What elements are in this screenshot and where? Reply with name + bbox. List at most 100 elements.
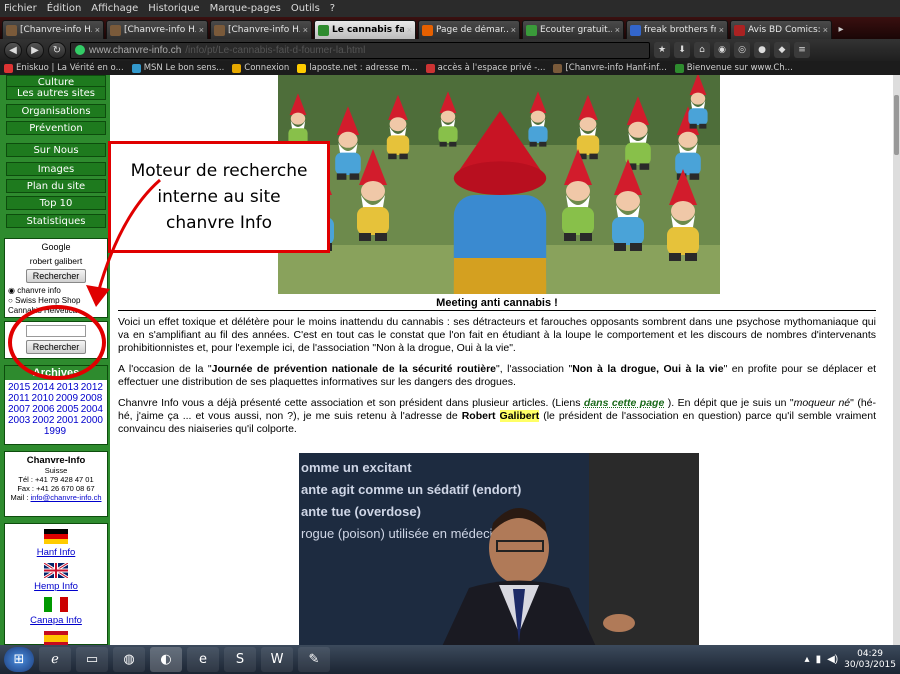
lang-de[interactable]: Hanf Info (5, 529, 107, 558)
bookmark-item[interactable]: laposte.net : adresse m... (297, 63, 418, 73)
archive-year-link[interactable]: 1999 (44, 426, 66, 437)
tab-label: Avis BD Comics:... (748, 25, 820, 35)
home-icon[interactable]: ⌂ (694, 42, 710, 58)
tray-chevron-icon[interactable]: ▴ (805, 654, 810, 665)
bookmark-item[interactable]: [Chanvre-info Hanf-inf... (553, 63, 667, 73)
sidebar-link-sur-nous[interactable]: Sur Nous (6, 143, 106, 157)
menu-outils[interactable]: Outils (291, 3, 320, 14)
bookmark-item[interactable]: MSN Le bon sens... (131, 63, 224, 73)
archive-year-link[interactable]: 2006 (32, 404, 54, 415)
sidebar-link-images[interactable]: Images (6, 162, 106, 176)
tab-6[interactable]: freak brothers frenc...× (626, 20, 728, 39)
tab-4[interactable]: Page de démar... × (418, 20, 520, 39)
contact-mail-label: Mail : (10, 493, 29, 502)
url-bar[interactable]: www.chanvre-info.ch /info/pt/Le-cannabis… (70, 41, 650, 59)
close-tab-icon[interactable]: × (615, 25, 620, 35)
skype-icon[interactable]: S (224, 647, 256, 672)
archive-year-link[interactable]: 2015 (8, 382, 30, 393)
contact-tel: Tél : +41 79 428 47 01 (18, 475, 94, 484)
menu-affichage[interactable]: Affichage (91, 3, 138, 14)
bookmark-item[interactable]: Bienvenue sur www.Ch... (674, 63, 793, 73)
tab-1[interactable]: [Chanvre-info H... × (106, 20, 208, 39)
close-tab-icon[interactable]: × (407, 25, 412, 35)
archive-year-link[interactable]: 2009 (56, 393, 78, 404)
menu-icon[interactable]: ≡ (794, 42, 810, 58)
archive-year-link[interactable]: 2013 (57, 382, 79, 393)
bookmark-item[interactable]: Connexion (232, 63, 289, 73)
tab-3[interactable]: Le cannabis fa...× (314, 20, 416, 39)
forward-button[interactable]: ▶ (26, 41, 44, 59)
word-icon[interactable]: W (261, 647, 293, 672)
menu-edition[interactable]: Édition (47, 3, 82, 14)
internet-explorer-icon[interactable]: e (187, 647, 219, 672)
menu-fichier[interactable]: Fichier (4, 3, 37, 14)
sidebar-link-organisations[interactable]: Organisations (6, 104, 106, 118)
tab-7[interactable]: Avis BD Comics:...× (730, 20, 832, 39)
network-icon[interactable]: ▮ (816, 654, 822, 665)
start-button[interactable]: ⊞ (4, 647, 34, 672)
addon-icon-4[interactable]: ◆ (774, 42, 790, 58)
menu-marque-pages[interactable]: Marque-pages (210, 3, 281, 14)
archive-year-link[interactable]: 2014 (32, 382, 54, 393)
dans-cette-page-link[interactable]: dans cette page (584, 397, 664, 409)
archive-year-link[interactable]: 2005 (57, 404, 79, 415)
archive-year-link[interactable]: 2001 (57, 415, 79, 426)
archive-year-link[interactable]: 2010 (32, 393, 54, 404)
close-tab-icon[interactable]: × (719, 25, 724, 35)
tab-scroll-right-icon[interactable]: ▸ (834, 20, 848, 39)
bookmark-item[interactable]: accès à l'espace privé -... (425, 63, 545, 73)
addon-icon[interactable]: ◉ (714, 42, 730, 58)
music-icon (526, 24, 537, 36)
explorer-folder-icon[interactable]: ▭ (76, 647, 108, 672)
volume-icon[interactable]: ◀) (827, 654, 838, 665)
bookmark-item[interactable]: Eniskuo | La Vérité en o... (4, 63, 124, 73)
archive-year-link[interactable]: 2003 (8, 415, 30, 426)
addon-icon-2[interactable]: ◎ (734, 42, 750, 58)
firefox-icon[interactable]: ◐ (150, 647, 182, 672)
tab-5[interactable]: Écouter gratuit... × (522, 20, 624, 39)
bookmark-star-icon[interactable]: ★ (654, 42, 670, 58)
close-tab-icon[interactable]: × (303, 25, 308, 35)
screenshot: Fichier Édition Affichage Historique Mar… (0, 0, 900, 674)
lang-en[interactable]: Hemp Info (5, 561, 107, 592)
close-tab-icon[interactable]: × (95, 25, 100, 35)
tab-2[interactable]: [Chanvre-info H... × (210, 20, 312, 39)
lang-es[interactable] (5, 631, 107, 645)
archive-year-link[interactable]: 2011 (8, 393, 30, 404)
clock[interactable]: 04:29 30/03/2015 (844, 649, 896, 671)
tab-label: [Chanvre-info H... (124, 25, 196, 35)
contact-mail-link[interactable]: info@chanvre-info.ch (31, 493, 102, 502)
url-path: /info/pt/Le-cannabis-fait-d-foumer-la.ht… (185, 44, 366, 56)
archive-year-link[interactable]: 2000 (81, 415, 103, 426)
scrollbar-thumb[interactable] (894, 95, 899, 155)
tab-label: [Chanvre-info H... (228, 25, 300, 35)
tab-0[interactable]: [Chanvre-info H... × (2, 20, 104, 39)
vertical-scrollbar[interactable] (893, 75, 900, 645)
ie-icon[interactable]: ℯ (39, 647, 71, 672)
menu-historique[interactable]: Historique (148, 3, 199, 14)
sidebar-link-pr-vention[interactable]: Prévention (6, 121, 106, 135)
paragraph-1: Voici un effet toxique et délétère pour … (118, 316, 876, 354)
contact-country: Suisse (44, 466, 68, 475)
lang-it[interactable]: Canapa Info (5, 597, 107, 626)
bookmark-label: laposte.net : adresse m... (309, 63, 418, 73)
addon-icon-3[interactable]: ● (754, 42, 770, 58)
sidebar-link-les-autres-sites[interactable]: Les autres sites (6, 86, 106, 100)
media-icon[interactable]: ◍ (113, 647, 145, 672)
archive-year-link[interactable]: 2007 (8, 404, 30, 415)
leaf-icon (318, 24, 329, 36)
archive-year-link[interactable]: 2002 (32, 415, 54, 426)
back-button[interactable]: ◀ (4, 41, 22, 59)
menu-help[interactable]: ? (330, 3, 335, 14)
paragraph-2: A l'occasion de la "Journée de préventio… (118, 363, 876, 389)
archive-year-link[interactable]: 2012 (81, 382, 103, 393)
close-tab-icon[interactable]: × (823, 25, 828, 35)
downloads-icon[interactable]: ⬇ (674, 42, 690, 58)
close-tab-icon[interactable]: × (511, 25, 516, 35)
archive-year-link[interactable]: 2004 (81, 404, 103, 415)
close-tab-icon[interactable]: × (199, 25, 204, 35)
archive-year-link[interactable]: 2008 (80, 393, 102, 404)
site-identity-icon (75, 45, 85, 55)
paint-icon[interactable]: ✎ (298, 647, 330, 672)
reload-button[interactable]: ↻ (48, 41, 66, 59)
